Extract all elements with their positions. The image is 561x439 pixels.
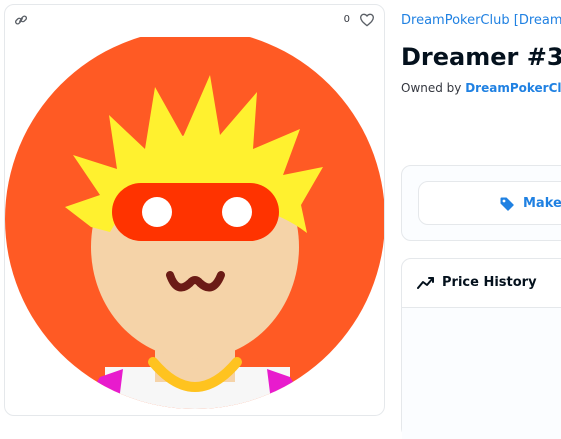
price-history-panel: Price History [401,258,561,439]
make-offer-label: Make o [523,196,561,211]
trend-icon [417,277,434,289]
page-title: Dreamer #32 [401,43,561,71]
make-offer-button[interactable]: Make o [418,181,561,225]
collection-link[interactable]: DreamPokerClub [Dreamer [401,13,561,28]
price-history-header[interactable]: Price History [402,259,561,308]
card-toolbar: 0 [5,5,384,35]
owner-link[interactable]: DreamPokerClub [465,81,561,95]
nft-artwork [5,37,384,409]
favorite-count: 0 [343,14,350,25]
price-history-label: Price History [442,275,537,290]
nft-image-card: 0 [4,4,385,416]
link-icon[interactable] [14,13,28,27]
price-history-body [402,308,561,439]
offer-panel: Make o [401,165,561,241]
owned-by-label: Owned by [401,81,466,95]
tag-icon [500,197,514,211]
heart-icon[interactable] [359,12,375,28]
owner-line: Owned by DreamPokerClub [401,81,561,95]
